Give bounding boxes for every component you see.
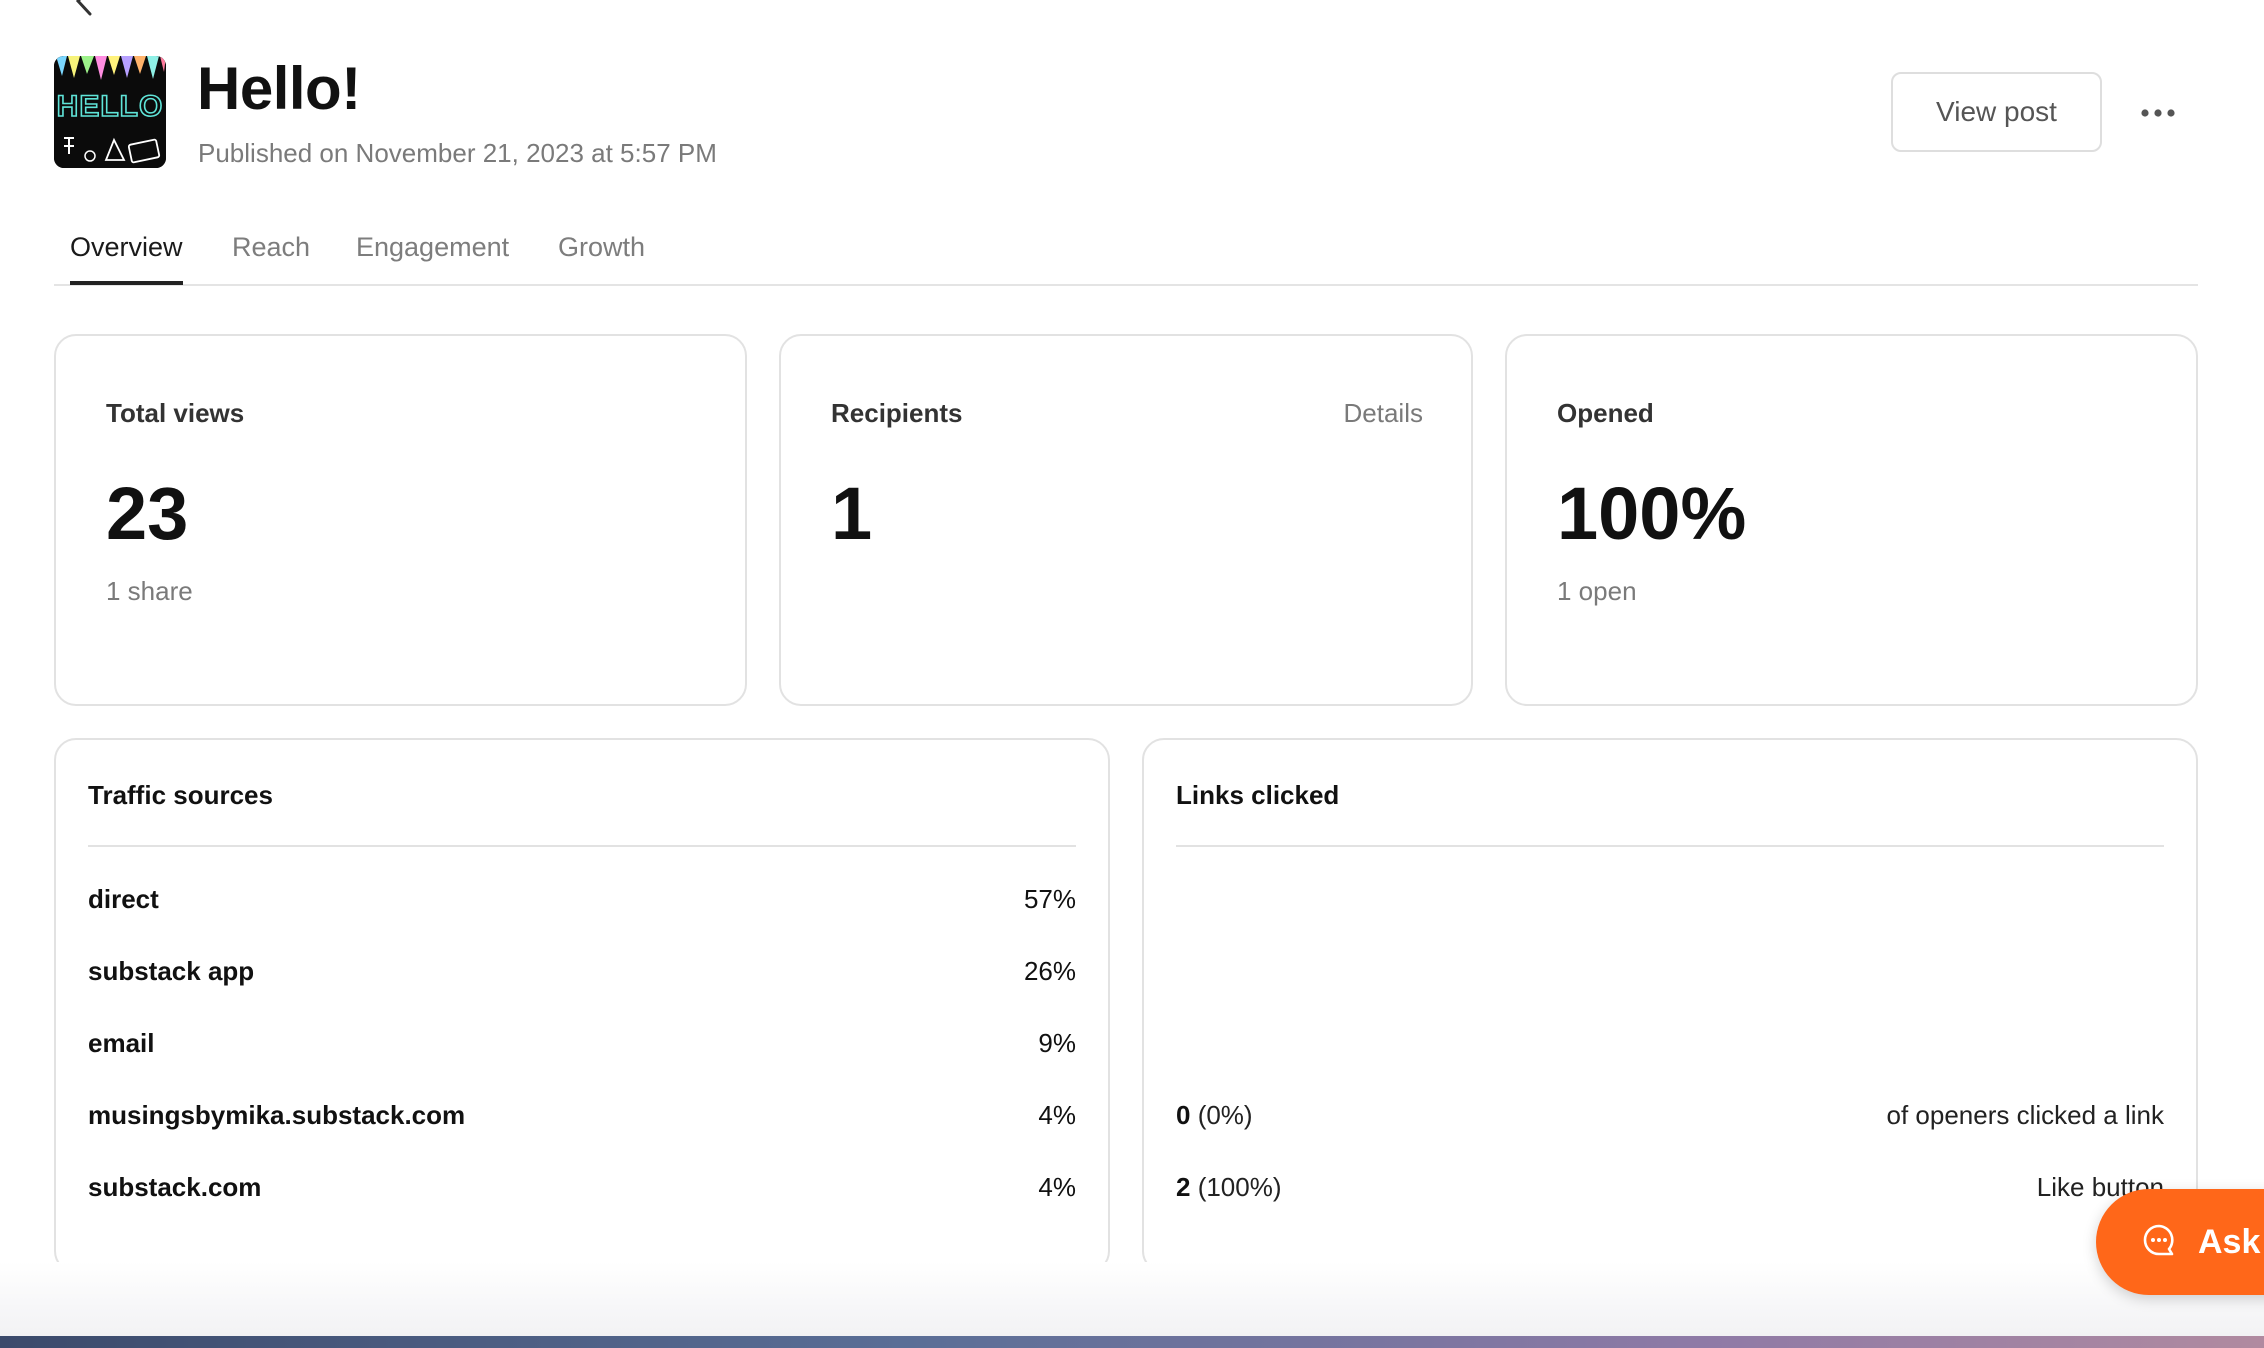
traffic-source-name: musingsbymika.substack.com [88,1100,466,1130]
traffic-row: musingsbymika.substack.com 4% [88,1100,1076,1140]
links-description: of openers clicked a link [1886,1100,2164,1130]
traffic-source-pct: 26% [1023,956,1076,986]
links-pct: (0%) [1190,1100,1253,1130]
opened-card: Opened 100% 1 open [1505,334,2198,706]
tab-bar: Overview Reach Engagement Growth [54,226,2198,286]
opened-label: Opened [1557,398,1654,428]
thumbnail-hello-text: HELLO [57,90,164,123]
links-pct: (100%) [1190,1172,1282,1202]
links-clicked-title: Links clicked [1176,780,1340,810]
traffic-source-name: substack.com [88,1172,262,1202]
published-date: Published on November 21, 2023 at 5:57 P… [198,138,717,168]
traffic-source-pct: 4% [1038,1100,1076,1130]
traffic-row: direct 57% [88,884,1076,924]
total-views-label: Total views [106,398,245,428]
bottom-strip [0,1336,2264,1348]
ask-label: Ask [2198,1222,2261,1261]
page-title: Hello! [197,55,361,122]
links-count: 2 [1176,1172,1191,1202]
ask-button[interactable]: Ask [2096,1189,2264,1295]
traffic-source-pct: 9% [1038,1028,1076,1058]
links-value: 0 (0%) [1176,1100,1253,1131]
tab-growth[interactable]: Growth [558,232,645,281]
traffic-source-name: substack app [88,956,255,986]
recipients-label: Recipients [831,398,963,428]
recipients-details-link[interactable]: Details [1344,398,1423,429]
post-thumbnail: HELLO [54,56,166,168]
tab-engagement[interactable]: Engagement [356,232,509,281]
view-post-button[interactable]: View post [1891,72,2102,152]
tab-reach[interactable]: Reach [232,232,310,281]
opened-value: 100% [1557,472,1747,555]
total-views-card: Total views 23 1 share [54,334,747,706]
opened-count: 1 open [1557,576,1637,606]
recipients-card: Recipients Details 1 [779,334,1473,706]
divider [88,845,1076,847]
divider [1176,845,2164,847]
bottom-fade [0,1262,2264,1336]
traffic-source-pct: 4% [1038,1172,1076,1202]
recipients-value: 1 [831,472,873,555]
total-views-shares: 1 share [106,576,193,606]
traffic-row: email 9% [88,1028,1076,1068]
traffic-row: substack app 26% [88,956,1076,996]
traffic-sources-panel: Traffic sources direct 57% substack app … [54,738,1110,1273]
traffic-row: substack.com 4% [88,1172,1076,1212]
links-clicked-panel: Links clicked 0 (0%) of openers clicked … [1142,738,2198,1273]
traffic-sources-title: Traffic sources [88,780,273,810]
post-stats-page: HELLO Hello! Published on November 21, 2… [0,0,2264,1348]
traffic-source-name: direct [88,884,159,914]
total-views-value: 23 [106,472,189,555]
traffic-source-name: email [88,1028,155,1058]
chevron-left-icon[interactable] [70,0,100,16]
links-value: 2 (100%) [1176,1172,1282,1203]
links-count: 0 [1176,1100,1191,1130]
tab-overview[interactable]: Overview [70,232,183,285]
chat-bubble-icon [2142,1223,2176,1262]
links-row: 0 (0%) of openers clicked a link [1176,1100,2164,1140]
traffic-source-pct: 57% [1023,884,1076,914]
links-row: 2 (100%) Like button [1176,1172,2164,1212]
ellipsis-icon[interactable] [2140,96,2176,130]
